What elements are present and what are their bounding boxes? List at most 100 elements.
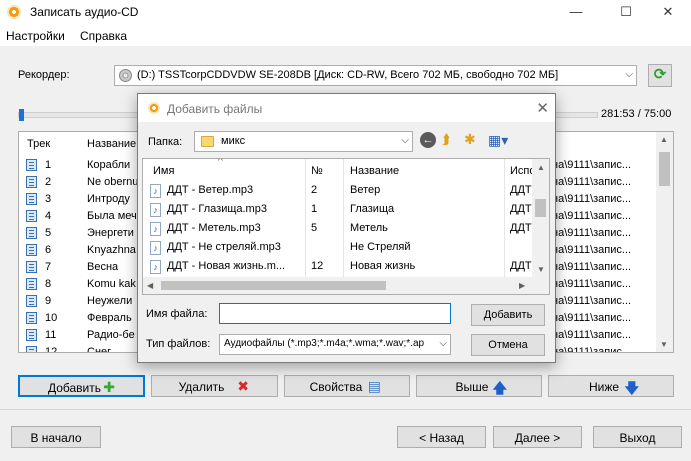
scroll-thumb[interactable] bbox=[659, 152, 670, 186]
scroll-down-icon[interactable]: ▼ bbox=[660, 340, 668, 349]
up-folder-icon[interactable]: ⮭ bbox=[442, 131, 450, 148]
track-name: Радио-бе bbox=[87, 329, 135, 341]
divider bbox=[0, 409, 691, 410]
chevron-down-icon: ⌵ bbox=[401, 135, 409, 146]
chevron-down-icon: ⌵ bbox=[439, 338, 447, 349]
move-down-button[interactable]: Ниже 🡇 bbox=[548, 375, 674, 397]
dialog-cancel-button[interactable]: Отмена bbox=[471, 334, 545, 356]
track-name: Неужели bbox=[87, 295, 133, 307]
properties-button[interactable]: Свойства ▤ bbox=[284, 375, 410, 397]
track-path: на\9111\запис... bbox=[552, 346, 632, 353]
folder-icon bbox=[201, 136, 214, 147]
recorder-select[interactable]: (D:) TSSTcorpCDDVDW SE-208DB [Диск: CD-R… bbox=[114, 65, 637, 86]
track-name: Была меч bbox=[87, 210, 137, 222]
folder-value: микс bbox=[221, 135, 246, 147]
track-path: на\9111\запис... bbox=[552, 261, 632, 273]
scroll-left-icon[interactable]: ◀ bbox=[147, 281, 153, 290]
add-button[interactable]: Добавить ✚ bbox=[18, 375, 145, 397]
track-path: на\9111\запис... bbox=[552, 295, 632, 307]
filetype-select[interactable]: Аудиофайлы (*.mp3;*.m4a;*.wma;*.wav;*.ap… bbox=[219, 334, 451, 355]
track-name: Komu kak bbox=[87, 278, 136, 290]
audio-track-icon bbox=[26, 346, 37, 352]
track-number: 8 bbox=[45, 278, 52, 290]
scroll-thumb[interactable] bbox=[161, 281, 386, 290]
back-icon[interactable]: ← bbox=[420, 132, 436, 148]
track-name: Корабли bbox=[87, 159, 131, 171]
file-list-vscrollbar[interactable]: ▲ ▼ bbox=[532, 159, 549, 278]
music-note-icon: ♪ bbox=[150, 260, 161, 274]
next-button[interactable]: Далее > bbox=[493, 426, 582, 448]
scroll-down-icon[interactable]: ▼ bbox=[537, 265, 545, 274]
close-button[interactable]: ✕ bbox=[645, 0, 691, 26]
file-list[interactable]: Имя ^ № Название Испо ♪ ДДТ - Ветер.mp3 2 В… bbox=[142, 158, 550, 295]
delete-button[interactable]: Удалить ✖ bbox=[151, 375, 278, 397]
dialog-add-button[interactable]: Добавить bbox=[471, 304, 545, 326]
file-row[interactable]: ♪ ДДТ - Новая жизнь.m... 12 Новая жизнь ДДТ bbox=[143, 257, 535, 276]
file-row[interactable]: ♪ ДДТ - Ветер.mp3 2 Ветер ДДТ bbox=[143, 181, 535, 200]
music-note-icon: ♪ bbox=[150, 184, 161, 198]
file-artist: ДДТ bbox=[510, 260, 532, 272]
track-list-scrollbar[interactable]: ▲ ▼ bbox=[656, 132, 673, 352]
time-readout: 281:53 / 75:00 bbox=[601, 108, 672, 120]
track-number: 7 bbox=[45, 261, 52, 273]
track-number: 3 bbox=[45, 193, 52, 205]
scroll-right-icon[interactable]: ▶ bbox=[519, 281, 525, 290]
file-name: ДДТ - Глазища.mp3 bbox=[167, 203, 267, 215]
music-note-icon: ♪ bbox=[150, 241, 161, 255]
file-title: Глазища bbox=[350, 203, 395, 215]
exit-button[interactable]: Выход bbox=[593, 426, 682, 448]
scroll-thumb[interactable] bbox=[535, 199, 546, 217]
file-artist: ДДТ bbox=[510, 222, 532, 234]
column-header-number[interactable]: № bbox=[311, 165, 323, 177]
folder-select[interactable]: микс ⌵ bbox=[194, 131, 413, 152]
file-track-number: 5 bbox=[311, 222, 318, 234]
track-name: Энергети bbox=[87, 227, 134, 239]
track-number: 6 bbox=[45, 244, 52, 256]
new-folder-icon[interactable]: ✱ bbox=[464, 131, 476, 148]
column-header-title[interactable]: Название bbox=[350, 165, 399, 177]
move-up-button[interactable]: Выше 🡅 bbox=[416, 375, 542, 397]
menu-help[interactable]: Справка bbox=[80, 29, 127, 43]
audio-track-icon bbox=[26, 278, 37, 290]
track-name: Весна bbox=[87, 261, 119, 273]
dialog-close-icon[interactable]: ✕ bbox=[536, 99, 549, 117]
dialog-title: Добавить файлы bbox=[167, 102, 263, 116]
file-list-hscrollbar[interactable]: ◀ ▶ bbox=[143, 277, 549, 294]
folder-label: Папка: bbox=[148, 136, 183, 148]
file-title: Новая жизнь bbox=[350, 260, 416, 272]
audio-track-icon bbox=[26, 210, 37, 222]
maximize-button[interactable]: ☐ bbox=[603, 0, 649, 26]
minimize-button[interactable]: — bbox=[553, 0, 599, 26]
audio-track-icon bbox=[26, 193, 37, 205]
track-number: 12 bbox=[45, 346, 58, 353]
menu-settings[interactable]: Настройки bbox=[6, 29, 65, 43]
recorder-label: Рекордер: bbox=[18, 69, 70, 81]
file-row[interactable]: ♪ ДДТ - Метель.mp3 5 Метель ДДТ bbox=[143, 219, 535, 238]
start-button[interactable]: В начало bbox=[11, 426, 101, 448]
file-title: Метель bbox=[350, 222, 388, 234]
track-number: 4 bbox=[45, 210, 52, 222]
disc-usage-slider[interactable] bbox=[19, 109, 24, 121]
track-number: 10 bbox=[45, 312, 58, 324]
add-files-dialog: Добавить файлы ✕ Папка: микс ⌵ ← ⮭ ✱ ▦▾ … bbox=[137, 93, 556, 363]
view-menu-icon[interactable]: ▦▾ bbox=[488, 132, 508, 149]
filename-input[interactable] bbox=[219, 303, 451, 324]
file-row[interactable]: ♪ ДДТ - Не стреляй.mp3 Не Стреляй bbox=[143, 238, 535, 257]
arrow-down-icon: 🡇 bbox=[624, 380, 639, 396]
scroll-up-icon[interactable]: ▲ bbox=[660, 135, 668, 144]
audio-track-icon bbox=[26, 227, 37, 239]
file-title: Ветер bbox=[350, 184, 381, 196]
file-artist: ДДТ bbox=[510, 184, 532, 196]
track-name: Ne obernu bbox=[87, 176, 139, 188]
audio-track-icon bbox=[26, 295, 37, 307]
arrow-up-icon: 🡅 bbox=[492, 380, 507, 396]
audio-track-icon bbox=[26, 159, 37, 171]
column-header-track[interactable]: Трек bbox=[27, 138, 50, 150]
scroll-up-icon[interactable]: ▲ bbox=[537, 163, 545, 172]
column-header-file-name[interactable]: Имя bbox=[153, 165, 174, 177]
refresh-button[interactable]: ⟳ bbox=[648, 64, 672, 87]
file-row[interactable]: ♪ ДДТ - Глазища.mp3 1 Глазища ДДТ bbox=[143, 200, 535, 219]
track-number: 9 bbox=[45, 295, 52, 307]
column-header-name[interactable]: Название bbox=[87, 138, 136, 150]
back-button[interactable]: < Назад bbox=[397, 426, 486, 448]
